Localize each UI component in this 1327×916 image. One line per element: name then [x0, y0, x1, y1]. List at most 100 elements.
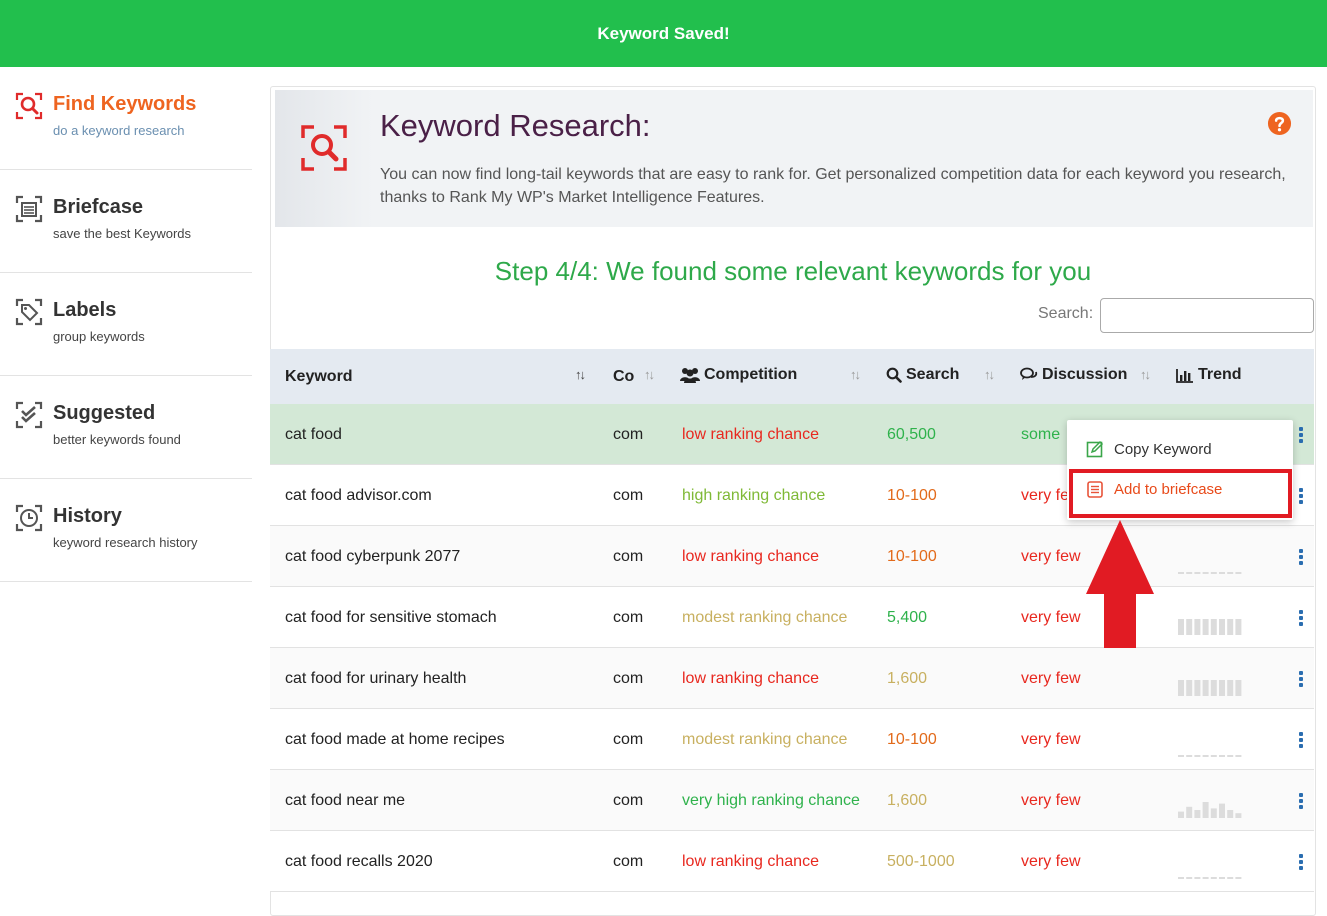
trend-bar	[1178, 679, 1184, 696]
table-row[interactable]: cat food for urinary health com low rankin…	[270, 648, 1314, 709]
saved-notification-banner: Keyword Saved!	[0, 0, 1327, 67]
trend-sparkline	[1178, 801, 1242, 818]
sidebar-item-labels[interactable]: Labels group keywords	[0, 273, 252, 376]
vertical-dots-icon	[1299, 487, 1303, 504]
step-title: Step 4/4: We found some relevant keyword…	[494, 256, 1092, 286]
table-row[interactable]: cat food made at home recipes com modest r…	[270, 709, 1314, 770]
table-row[interactable]: cat food cyberpunk 2077 com low ranking ch…	[270, 526, 1314, 587]
vertical-dots-icon	[1299, 548, 1303, 565]
trend-cell	[1178, 831, 1244, 892]
sidebar-item-title: History	[53, 505, 122, 527]
trend-bar	[1210, 571, 1217, 574]
sort-icon[interactable]: ↑↓	[644, 367, 655, 382]
sidebar-item-suggested[interactable]: Suggested better keywords found	[0, 376, 252, 479]
discussion-cell: very few	[1021, 852, 1081, 870]
row-menu-button[interactable]	[1294, 404, 1308, 465]
sidebar-item-find-keywords[interactable]: Find Keywords do a keyword research	[0, 67, 252, 170]
copy-keyword-button[interactable]: Copy Keyword	[1067, 429, 1293, 469]
row-menu-button[interactable]	[1294, 526, 1308, 587]
keyword-cell: cat food made at home recipes	[285, 730, 505, 748]
column-header-trend[interactable]: Trend	[1176, 347, 1242, 402]
trend-bar	[1194, 679, 1201, 696]
trend-bar	[1202, 618, 1209, 635]
row-menu-button[interactable]	[1294, 648, 1308, 709]
column-header-keyword[interactable]: Keyword	[285, 349, 353, 404]
help-icon[interactable]	[1267, 111, 1292, 136]
country-cell: com	[613, 852, 644, 870]
search-label: Search:	[1038, 305, 1094, 322]
trend-bar	[1219, 803, 1225, 818]
row-menu-button[interactable]	[1294, 709, 1308, 770]
column-header-country[interactable]: Co	[613, 349, 634, 404]
trend-bar	[1219, 618, 1225, 635]
trend-sparkline	[1178, 876, 1242, 879]
trend-bar	[1186, 679, 1193, 696]
row-menu-button[interactable]	[1294, 770, 1308, 831]
vertical-dots-icon	[1299, 731, 1303, 748]
trend-bar	[1178, 754, 1184, 757]
sort-icon[interactable]: ↑↓	[575, 367, 586, 382]
column-header-search[interactable]: Search	[886, 347, 959, 402]
sort-icon[interactable]: ↑↓	[850, 367, 861, 382]
table-row[interactable]: cat food near me com very high ranking cha…	[270, 770, 1314, 831]
row-menu-button[interactable]	[1294, 587, 1308, 648]
competition-cell: modest ranking chance	[682, 608, 848, 626]
trend-bar	[1227, 571, 1234, 574]
bar-chart-icon	[1176, 368, 1193, 383]
country-cell: com	[613, 425, 644, 443]
trend-sparkline	[1178, 679, 1242, 696]
trend-bar	[1202, 801, 1209, 818]
country-cell: com	[613, 486, 644, 504]
sidebar-item-title: Labels	[53, 299, 117, 321]
trend-bar	[1210, 679, 1217, 696]
trend-bar	[1235, 812, 1242, 818]
highlight-annotation-box	[1069, 469, 1292, 518]
keyword-cell: cat food for urinary health	[285, 669, 467, 687]
discussion-cell: some	[1021, 425, 1061, 443]
country-cell: com	[613, 791, 644, 809]
trend-bar	[1227, 809, 1234, 818]
competition-cell: low ranking chance	[682, 425, 819, 443]
trend-bar	[1235, 754, 1242, 757]
table-row[interactable]: cat food for sensitive stomach com modest …	[270, 587, 1314, 648]
search-input[interactable]	[1100, 298, 1314, 333]
column-header-competition[interactable]: Competition	[680, 347, 797, 402]
trend-bar	[1186, 618, 1193, 635]
trend-bar	[1219, 679, 1225, 696]
trend-bar	[1202, 754, 1209, 757]
country-cell: com	[613, 547, 644, 565]
keyword-cell: cat food advisor.com	[285, 486, 432, 504]
vertical-dots-icon	[1299, 670, 1303, 687]
trend-bar	[1210, 618, 1217, 635]
annotation-arrow-icon	[1086, 520, 1154, 648]
keyword-cell: cat food cyberpunk 2077	[285, 547, 461, 565]
sidebar-item-subtitle: keyword research history	[53, 535, 198, 550]
search-volume-cell: 60,500	[887, 425, 936, 443]
sort-icon[interactable]: ↑↓	[984, 367, 995, 382]
trend-cell	[1178, 648, 1244, 709]
sort-icon[interactable]: ↑↓	[1140, 367, 1151, 382]
sidebar-item-history[interactable]: History keyword research history	[0, 479, 252, 582]
country-cell: com	[613, 730, 644, 748]
row-menu-button[interactable]	[1294, 465, 1308, 526]
search-volume-cell: 1,600	[887, 669, 928, 687]
competition-cell: very high ranking chance	[682, 791, 860, 809]
column-header-discussion[interactable]: Discussion	[1020, 347, 1127, 402]
trend-sparkline	[1178, 571, 1242, 574]
tags-icon	[15, 298, 43, 326]
trend-bar	[1186, 571, 1193, 574]
row-menu-button[interactable]	[1294, 831, 1308, 892]
trend-bar	[1235, 679, 1242, 696]
vertical-dots-icon	[1299, 609, 1303, 626]
trend-bar	[1210, 754, 1217, 757]
trend-bar	[1194, 571, 1201, 574]
sidebar-item-briefcase[interactable]: Briefcase save the best Keywords	[0, 170, 252, 273]
sidebar-item-title: Suggested	[53, 402, 156, 424]
trend-bar	[1235, 876, 1242, 879]
trend-bar	[1178, 618, 1184, 635]
keyword-cell: cat food	[285, 425, 342, 443]
table-row[interactable]: cat food recalls 2020 com low ranking chan…	[270, 831, 1314, 892]
competition-cell: low ranking chance	[682, 852, 819, 870]
banner-text: Keyword Saved!	[597, 23, 730, 43]
trend-bar	[1227, 679, 1234, 696]
